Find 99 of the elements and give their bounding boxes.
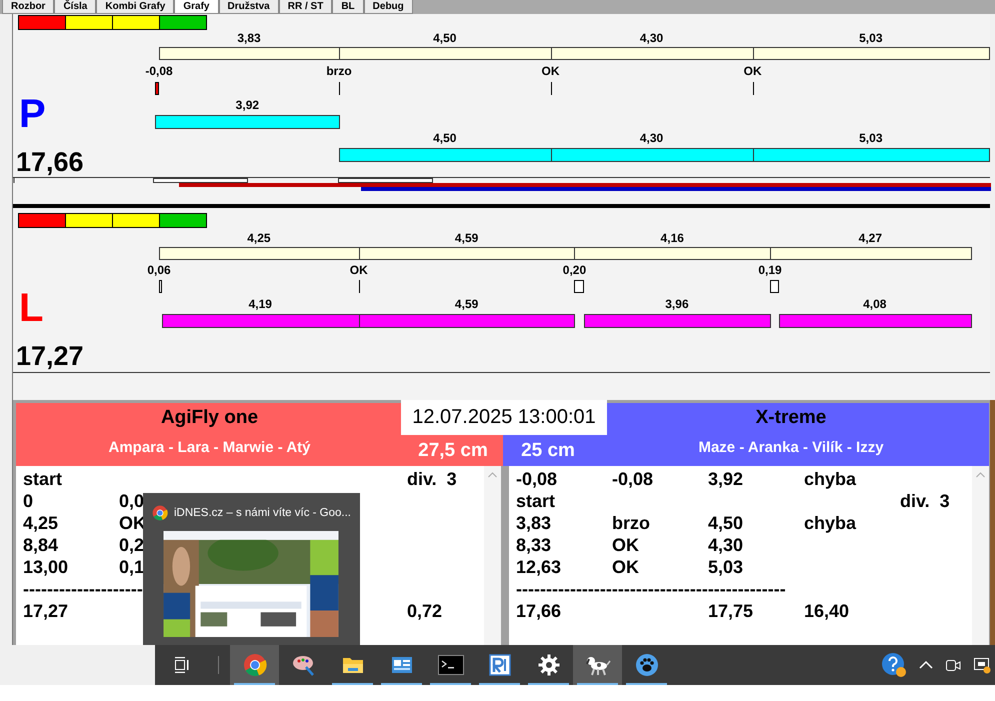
list-cell: start xyxy=(23,468,62,490)
split-time: 4,27 xyxy=(858,231,882,245)
scrollbar[interactable] xyxy=(972,466,989,645)
list-cell: brzo xyxy=(612,512,650,534)
run-time: 4,08 xyxy=(863,297,886,311)
marker-label: OK xyxy=(744,64,762,78)
browser-icon xyxy=(242,653,266,677)
offset-marker xyxy=(159,280,162,293)
run-time: 5,03 xyxy=(859,131,882,145)
marker-label: -0,08 xyxy=(145,64,173,78)
split-time: 4,16 xyxy=(660,231,684,245)
list-cell: div. 3 xyxy=(407,468,457,490)
list-cell: 17,66 xyxy=(516,600,562,622)
height-label: 25 cm xyxy=(520,439,576,463)
list-cell: chyba xyxy=(804,512,856,534)
list-cell: 17,27 xyxy=(23,600,68,622)
list-cell: 0 xyxy=(23,490,34,512)
list-cell: OK xyxy=(612,534,639,556)
list-cell: 4,25 xyxy=(23,512,58,534)
tick-mark xyxy=(358,280,360,293)
list-cell: 0,2 xyxy=(119,534,144,556)
screen-icon[interactable] xyxy=(973,656,991,674)
marker-label: OK xyxy=(542,64,560,78)
run-time: 3,96 xyxy=(665,297,689,311)
gear-icon xyxy=(536,653,560,677)
tab[interactable]: Grafy xyxy=(174,0,218,14)
marker-label: 0,19 xyxy=(758,263,782,277)
total-time: 17,27 xyxy=(16,341,84,371)
tick-mark xyxy=(752,82,754,95)
height-label: 27,5 cm xyxy=(417,439,489,463)
taskbar-button[interactable] xyxy=(573,645,622,685)
tab[interactable]: Rozbor xyxy=(2,0,54,14)
list-cell: 16,40 xyxy=(804,600,850,622)
chevron-up-icon[interactable] xyxy=(919,660,933,670)
total-time: 17,66 xyxy=(16,147,84,177)
lane-letter: L xyxy=(19,287,44,329)
list-cell: 4,30 xyxy=(708,534,744,556)
list-cell: 4,50 xyxy=(708,512,744,534)
list-cell: 0,1 xyxy=(119,556,144,578)
marker-label: 0,06 xyxy=(147,263,171,277)
run-time: 4,30 xyxy=(640,131,664,145)
list-cell: -0,08 xyxy=(516,468,558,490)
list-cell: 5,03 xyxy=(708,556,744,578)
team-name: X-treme xyxy=(756,406,826,430)
split-time: 4,25 xyxy=(247,231,271,245)
task-view-icon xyxy=(174,657,190,673)
split-time: 3,83 xyxy=(237,31,261,45)
terminal-icon xyxy=(438,655,464,675)
tab[interactable]: Družstva xyxy=(218,0,279,14)
tab[interactable]: RR / ST xyxy=(278,0,332,14)
list-cell: OK xyxy=(612,556,639,578)
list-cell: 8,33 xyxy=(516,534,552,556)
list-cell: 8,84 xyxy=(23,534,58,556)
list-cell: 3,92 xyxy=(708,468,744,490)
tab[interactable]: BL xyxy=(332,0,364,14)
split-time: 4,30 xyxy=(640,31,664,45)
list-cell: div. 3 xyxy=(900,490,950,512)
paw-icon xyxy=(634,653,658,677)
scrollbar[interactable] xyxy=(484,466,501,645)
offset-marker xyxy=(155,82,159,95)
list-cell: -0,08 xyxy=(612,468,654,490)
split-time: 5,03 xyxy=(859,31,882,45)
run-time: 4,59 xyxy=(454,297,478,311)
list-cell: 17,75 xyxy=(708,600,754,622)
run-time: 3,92 xyxy=(236,98,260,112)
team-members: Ampara - Lara - Marwie - Atý xyxy=(108,438,310,458)
run-time: 4,19 xyxy=(248,297,272,311)
list-cell: 3,83 xyxy=(516,512,552,534)
tick-mark xyxy=(339,82,340,95)
preview-title: iDNES.cz – s námi víte víc - Goo... xyxy=(174,507,351,519)
separator-dashes: -------------------- xyxy=(23,578,143,600)
list-cell: chyba xyxy=(804,468,856,490)
list-cell: 0,0 xyxy=(119,490,144,512)
separator-dashes: --------------------------------------------- xyxy=(516,578,786,600)
marker-label: 0,20 xyxy=(562,263,586,277)
timestamp: 12.07.2025 13:00:01 xyxy=(401,400,607,435)
team-members: Maze - Aranka - Vilík - Izzy xyxy=(698,438,884,458)
remote-icon xyxy=(488,653,512,677)
list-cell: 12,63 xyxy=(516,556,562,578)
list-cell: 13,00 xyxy=(23,556,68,578)
offset-marker xyxy=(574,280,584,293)
run-time: 4,50 xyxy=(433,131,456,145)
tick-mark xyxy=(550,82,552,95)
split-time: 4,59 xyxy=(454,231,478,245)
lane-letter: P xyxy=(19,93,46,135)
camera-icon[interactable] xyxy=(945,657,961,673)
list-cell: start xyxy=(516,490,556,512)
window-preview[interactable]: iDNES.cz – s námi víte víc - Goo... xyxy=(143,493,360,645)
tab[interactable]: Kombi Grafy xyxy=(96,0,174,14)
palette-icon xyxy=(292,653,316,677)
marker-label: brzo xyxy=(326,64,352,78)
marker-label: OK xyxy=(350,263,368,277)
team-name: AgiFly one xyxy=(160,406,258,430)
tab[interactable]: Čísla xyxy=(54,0,96,14)
offset-marker xyxy=(770,280,779,293)
list-cell: 0,72 xyxy=(407,600,442,622)
split-time: 4,50 xyxy=(433,31,456,45)
help-icon[interactable] xyxy=(881,652,907,678)
tab[interactable]: Debug xyxy=(364,0,413,14)
